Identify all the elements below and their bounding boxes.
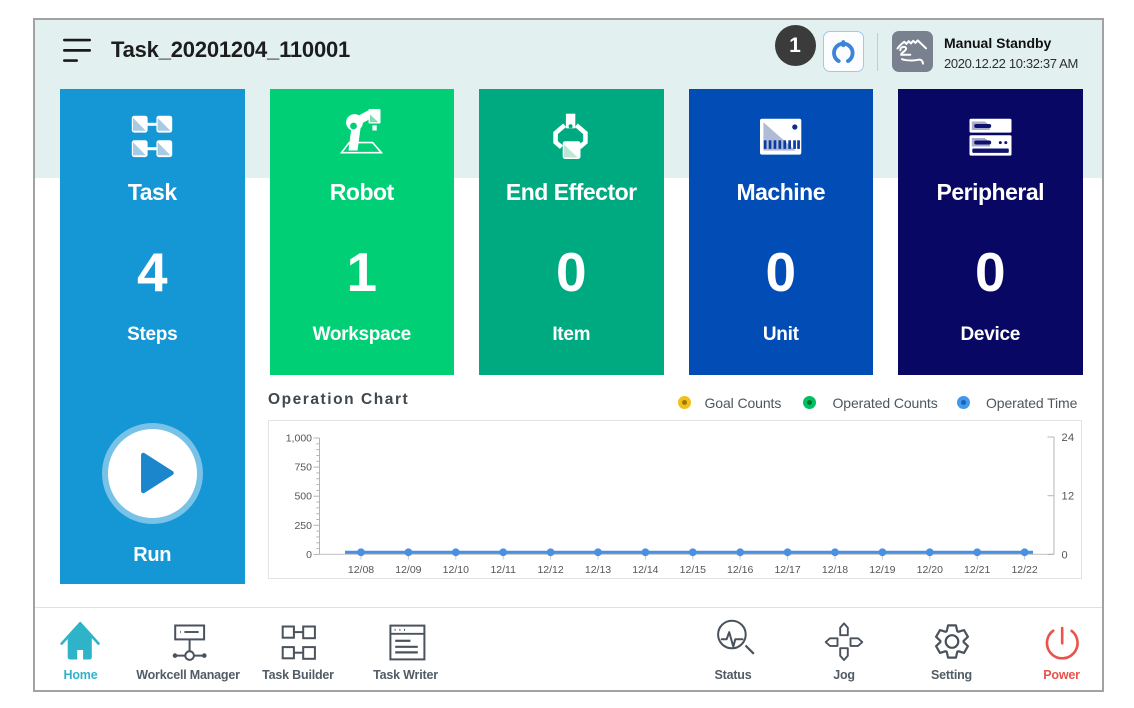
svg-text:12/15: 12/15 bbox=[680, 564, 706, 576]
svg-text:12/08: 12/08 bbox=[348, 564, 374, 576]
svg-text:12/20: 12/20 bbox=[917, 564, 943, 576]
svg-text:12/09: 12/09 bbox=[395, 564, 421, 576]
svg-text:0: 0 bbox=[306, 549, 312, 561]
svg-text:12/22: 12/22 bbox=[1011, 564, 1037, 576]
svg-text:12/12: 12/12 bbox=[537, 564, 563, 576]
svg-text:12/16: 12/16 bbox=[727, 564, 753, 576]
svg-text:24: 24 bbox=[1062, 432, 1075, 444]
svg-text:12/10: 12/10 bbox=[443, 564, 469, 576]
svg-text:12: 12 bbox=[1062, 491, 1075, 503]
svg-text:12/18: 12/18 bbox=[822, 564, 848, 576]
svg-text:12/11: 12/11 bbox=[490, 564, 516, 576]
svg-text:12/19: 12/19 bbox=[869, 564, 895, 576]
svg-text:12/17: 12/17 bbox=[774, 564, 800, 576]
svg-text:750: 750 bbox=[294, 462, 312, 474]
svg-text:12/14: 12/14 bbox=[632, 564, 658, 576]
svg-text:12/13: 12/13 bbox=[585, 564, 611, 576]
svg-text:250: 250 bbox=[294, 520, 312, 532]
svg-text:500: 500 bbox=[294, 491, 312, 503]
svg-text:12/21: 12/21 bbox=[964, 564, 990, 576]
svg-text:0: 0 bbox=[1062, 549, 1069, 561]
svg-text:1,000: 1,000 bbox=[286, 433, 312, 445]
